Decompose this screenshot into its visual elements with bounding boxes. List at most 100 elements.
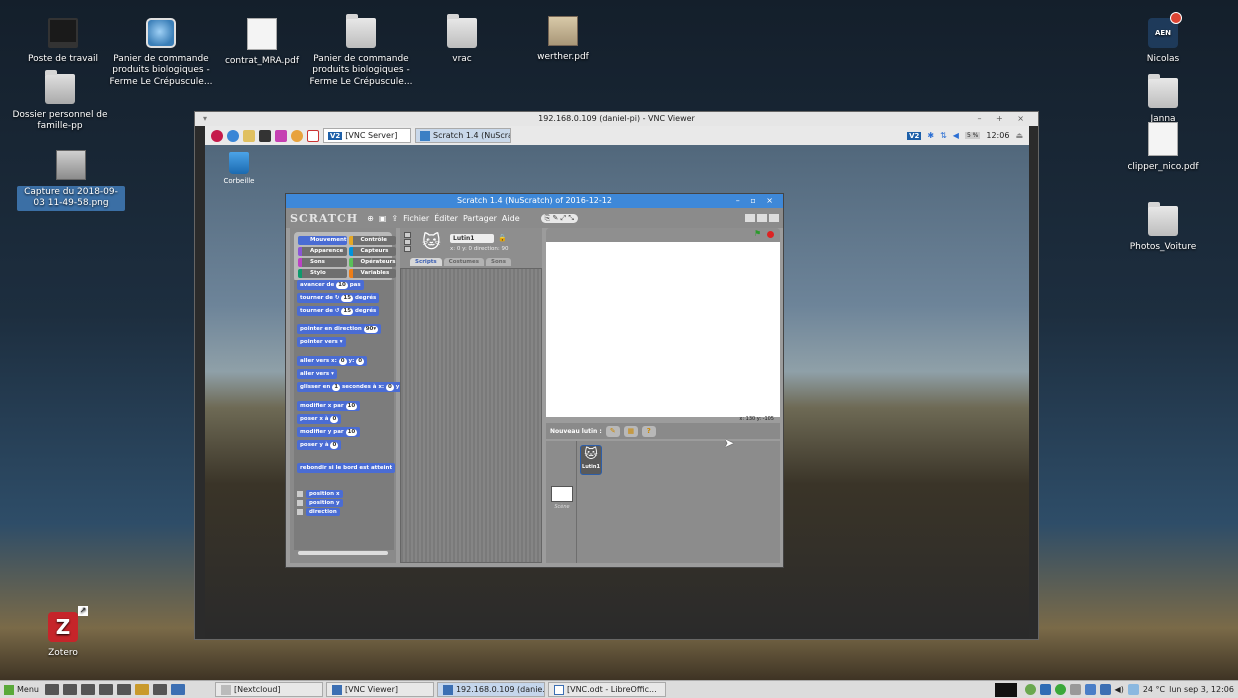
menu-fichier[interactable]: Fichier	[403, 214, 429, 223]
taskbar-task-vnc-session[interactable]: 192.168.0.109 (danie...	[436, 682, 545, 697]
category-7[interactable]: Variables	[348, 269, 396, 278]
stage[interactable]: 🐱	[546, 242, 780, 417]
menu-editer[interactable]: Éditer	[434, 214, 458, 223]
bluetooth-icon[interactable]: ✱	[927, 131, 934, 140]
desktop-icon-zotero[interactable]: Z ↗ Zotero	[9, 606, 117, 659]
share-icon[interactable]: ⇪	[391, 214, 398, 223]
desktop-icon-photos-voiture[interactable]: Photos_Voiture	[1109, 202, 1217, 253]
vnc-viewer-window[interactable]: ▾ 192.168.0.109 (daniel-pi) - VNC Viewer…	[194, 111, 1039, 640]
reporter-block-0[interactable]: position x	[297, 490, 343, 498]
scratch-window[interactable]: Scratch 1.4 (NuScratch) of 2016-12-12 – …	[285, 193, 784, 568]
eject-icon[interactable]: ⏏	[1015, 131, 1023, 140]
desktop-icon-dossier-personnel[interactable]: Dossier personnel de famille-pp	[6, 70, 114, 133]
motion-block-12[interactable]: rebondir si le bord est atteint	[297, 463, 396, 473]
scratch-window-controls[interactable]: – ▫ ×	[736, 194, 777, 208]
stage-thumbnail[interactable]: Scène	[549, 486, 575, 510]
category-4[interactable]: Sons	[298, 258, 347, 267]
window-controls[interactable]: – + ×	[978, 112, 1031, 126]
desktop-icon-werther[interactable]: werther.pdf	[509, 16, 617, 63]
block-number-input[interactable]: 15	[341, 308, 354, 315]
raspberry-menu-icon[interactable]	[211, 129, 223, 142]
category-0[interactable]: Mouvement	[298, 236, 347, 245]
motion-block-3[interactable]: pointer en direction 90▾	[297, 324, 382, 334]
file-manager-icon[interactable]	[243, 129, 255, 142]
motion-block-6[interactable]: aller vers ▾	[297, 369, 337, 379]
mathematica-icon[interactable]	[275, 129, 287, 142]
desktop-icon-panier-2[interactable]: Panier de commande produits biologiques …	[307, 14, 415, 88]
screenshot-icon[interactable]	[152, 684, 167, 695]
desktop-icon-capture[interactable]: Capture du 2018-09-03 11-49-58.png	[17, 150, 125, 211]
remote-desktop[interactable]: V2 [VNC Server] Scratch 1.4 (NuScrat... …	[205, 126, 1029, 638]
motion-block-7[interactable]: glisser en 1 secondes à x: 0 y: 0	[297, 382, 415, 392]
sprite-name-field[interactable]: Lutin1	[450, 234, 494, 243]
category-3[interactable]: Capteurs	[348, 247, 396, 256]
volume-icon[interactable]: ◀)	[1115, 685, 1124, 694]
taskbar-task-vnc-viewer[interactable]: [VNC Viewer]	[325, 682, 434, 697]
terminal-icon[interactable]	[80, 684, 95, 695]
reporter-checkbox[interactable]	[297, 509, 303, 515]
motion-block-10[interactable]: modifier y par 10	[297, 427, 361, 437]
motion-block-0[interactable]: avancer de 10 pas	[297, 280, 364, 290]
reporter-block-2[interactable]: direction	[297, 508, 340, 516]
desktop-icon-contrat-mra[interactable]: contrat_MRA.pdf	[208, 18, 316, 67]
block-number-input[interactable]: 10	[345, 403, 358, 410]
nextcloud-tray-icon[interactable]	[1024, 684, 1036, 695]
calculator-icon[interactable]	[116, 684, 131, 695]
small-stage-button[interactable]	[745, 214, 755, 222]
menu-aide[interactable]: Aide	[502, 214, 520, 223]
flip-style-button[interactable]	[404, 239, 411, 245]
clock-datetime[interactable]: lun sep 3, 12:06	[1169, 685, 1234, 694]
stop-icon[interactable]	[767, 231, 774, 238]
sprite-tools[interactable]: ⎘ ✎ ⤢ ⤡	[540, 213, 578, 223]
block-number-input[interactable]: 10	[336, 282, 348, 289]
volume-icon[interactable]: ◀	[953, 131, 959, 140]
window-menu-icon[interactable]: ▾	[203, 112, 207, 126]
display-tray-icon[interactable]	[1084, 684, 1096, 695]
desktop-icon-clipper[interactable]: clipper_nico.pdf	[1109, 122, 1217, 173]
block-number-input[interactable]: 90▾	[363, 326, 379, 333]
motion-block-9[interactable]: poser x à 0	[297, 414, 342, 424]
category-2[interactable]: Apparence	[298, 247, 347, 256]
network-icon[interactable]: ⇅	[940, 131, 947, 140]
category-6[interactable]: Stylo	[298, 269, 347, 278]
block-number-input[interactable]: 1	[332, 384, 341, 391]
category-1[interactable]: Contrôle	[348, 236, 396, 245]
paint-sprite-button[interactable]: ✎	[605, 425, 620, 437]
desktop-icon-poste-de-travail[interactable]: Poste de travail	[9, 18, 117, 65]
check-tray-icon[interactable]	[1054, 684, 1066, 695]
vnc-titlebar[interactable]: ▾ 192.168.0.109 (daniel-pi) - VNC Viewer…	[195, 112, 1038, 126]
reporter-checkbox[interactable]	[297, 491, 303, 497]
motion-block-4[interactable]: pointer vers ▾	[297, 337, 346, 347]
network-signal-icon[interactable]	[1069, 684, 1081, 695]
rpi-trash[interactable]: Corbeille	[221, 152, 257, 185]
reporter-checkbox[interactable]	[297, 500, 303, 506]
rotate-style-button[interactable]	[404, 232, 411, 238]
lock-icon[interactable]: 🔒	[498, 234, 507, 242]
block-number-input[interactable]: 15	[341, 295, 354, 302]
scratch-titlebar[interactable]: Scratch 1.4 (NuScratch) of 2016-12-12 – …	[286, 194, 783, 208]
palette-scrollbar[interactable]	[298, 551, 388, 555]
motion-block-1[interactable]: tourner de ↻ 15 degrés	[297, 293, 380, 303]
sonic-pi-icon[interactable]	[307, 129, 319, 142]
category-5[interactable]: Opérateurs	[348, 258, 396, 267]
block-number-input[interactable]: 0	[386, 384, 394, 391]
tab-costumes[interactable]: Costumes	[443, 258, 485, 266]
choose-sprite-button[interactable]: ▦	[623, 425, 638, 437]
browser-icon[interactable]	[227, 129, 239, 142]
show-desktop-icon[interactable]	[44, 684, 59, 695]
file-manager-icon[interactable]	[62, 684, 77, 695]
desktop-icon-nicolas[interactable]: AEN Nicolas	[1109, 12, 1217, 65]
scripts-area[interactable]	[400, 268, 542, 563]
random-sprite-button[interactable]: ?	[641, 425, 656, 437]
vnc-launcher-icon[interactable]	[170, 684, 185, 695]
green-flag-icon[interactable]: ⚑	[754, 230, 762, 238]
presentation-mode-button[interactable]	[769, 214, 779, 222]
scratch-cat-sprite[interactable]: 🐱	[636, 300, 690, 352]
normal-stage-button[interactable]	[757, 214, 767, 222]
block-number-input[interactable]: 0	[338, 358, 347, 365]
desktop-icon-vrac[interactable]: vrac	[408, 14, 516, 65]
motion-block-8[interactable]: modifier x par 10	[297, 401, 361, 411]
bluetooth-tray-icon[interactable]	[1099, 684, 1111, 695]
tab-sons[interactable]: Sons	[486, 258, 511, 266]
block-number-input[interactable]: 0	[356, 358, 365, 365]
